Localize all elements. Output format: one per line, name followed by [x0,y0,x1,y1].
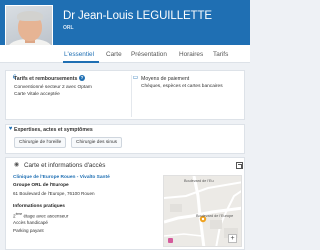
accessibility-info: Accès handicapé [13,220,48,225]
profile-tabs: L'essentiel Carte Présentation Horaires … [0,45,250,63]
expand-icon[interactable] [236,162,243,169]
expertise-chip-oreille[interactable]: Chirurgie de l'oreille [14,137,67,148]
floor-info: 2ème étage avec ascenseur [13,212,69,219]
tab-presentation[interactable]: Présentation [131,51,167,58]
doctor-name: Dr Jean-Louis LEGUILLETTE [63,10,212,22]
tab-horaires[interactable]: Horaires [179,51,203,58]
location-title: Carte et informations d'accès [24,162,106,169]
pin-icon: ◉ [13,162,20,168]
tab-tarifs[interactable]: Tarifs [213,51,228,58]
question-icon[interactable]: ? [79,75,85,81]
clinic-address: 61 Boulevard de l'Europe, 76100 Rouen [13,191,95,196]
fees-title: Tarifs et remboursements [14,76,78,82]
profile-header: Dr Jean-Louis LEGUILLETTE ORL [0,0,250,53]
fees-payment-card: € Tarifs et remboursements ? Conventionn… [5,70,245,120]
zoom-in-button[interactable]: + [228,234,237,243]
expertise-title: Expertises, actes et symptômes [14,127,93,133]
practical-info-title: Informations pratiques [13,204,65,209]
expertise-chip-sinus[interactable]: Chirurgie des sinus [71,137,123,148]
clinic-link[interactable]: Clinique de l'Europe Rouen - Vivalto San… [13,175,110,180]
payment-title: Moyens de paiement [141,76,190,82]
map-road-label: Boulevard de l'Eu [184,179,214,183]
card-icon: ▭ [132,75,139,81]
heart-pulse-icon: ♥ [8,126,13,132]
expertise-card: ♥ Expertises, actes et symptômes Chirurg… [5,124,245,154]
doctor-specialty: ORL [63,25,74,31]
fees-convention: Conventionné secteur 2 avec Optam [14,85,92,90]
location-card: ◉ Carte et informations d'accès Clinique… [5,157,245,250]
clinic-group: Groupe ORL de l'Europe [13,183,69,188]
tab-essentiel[interactable]: L'essentiel [64,51,94,58]
parking-info: Parking payant [13,228,44,233]
map-road-label-2: Boulevard de l'Europe [196,214,234,218]
payment-methods: Chèques, espèces et cartes bancaires [141,84,223,89]
tab-carte[interactable]: Carte [106,51,122,58]
fees-vitale: Carte Vitale acceptée [14,92,60,97]
active-tab-indicator [63,61,99,63]
